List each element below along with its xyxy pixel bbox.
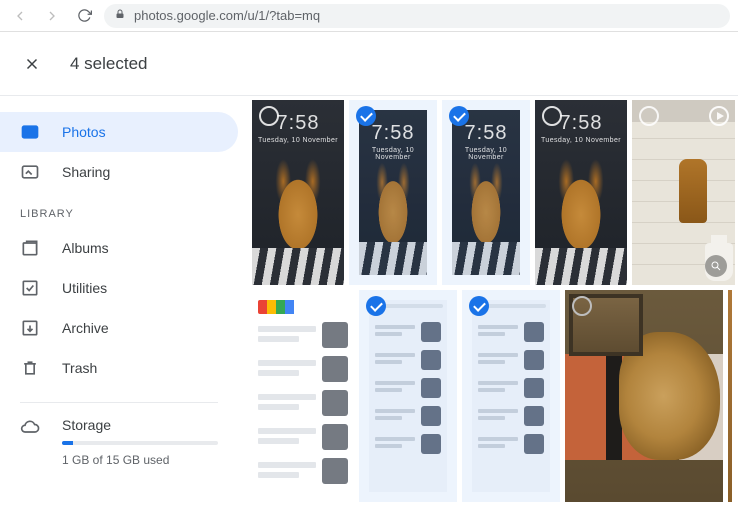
photo-thumb[interactable]: 7:58Tuesday, 10 November <box>442 100 530 285</box>
trash-icon <box>20 358 40 378</box>
address-bar[interactable]: photos.google.com/u/1/?tab=mq <box>104 4 730 28</box>
sidebar-item-albums[interactable]: Albums <box>0 228 238 268</box>
reload-button[interactable] <box>72 4 96 28</box>
sidebar-item-label: Photos <box>62 124 106 140</box>
selection-count: 4 selected <box>70 54 148 74</box>
photos-icon <box>20 122 40 142</box>
photo-thumb[interactable] <box>252 290 354 502</box>
forward-button[interactable] <box>40 4 64 28</box>
sidebar-item-photos[interactable]: Photos <box>0 112 238 152</box>
lock-icon <box>114 8 126 23</box>
select-circle-icon[interactable] <box>542 106 562 126</box>
photo-thumb[interactable]: 7:58Tuesday, 10 November <box>252 100 344 285</box>
photo-thumb[interactable] <box>359 290 457 502</box>
storage-used: 1 GB of 15 GB used <box>62 453 218 467</box>
utilities-icon <box>20 278 40 298</box>
sidebar: Photos Sharing LIBRARY Albums Utilities … <box>0 96 248 508</box>
archive-icon <box>20 318 40 338</box>
back-button[interactable] <box>8 4 32 28</box>
sidebar-item-trash[interactable]: Trash <box>0 348 238 388</box>
photo-thumb[interactable] <box>565 290 723 502</box>
photo-thumb[interactable] <box>728 290 732 502</box>
photo-thumb[interactable] <box>462 290 560 502</box>
video-thumb[interactable] <box>632 100 735 285</box>
sidebar-item-label: Albums <box>62 240 109 256</box>
albums-icon <box>20 238 40 258</box>
play-icon <box>709 106 729 126</box>
selection-header: 4 selected <box>0 32 738 96</box>
sidebar-item-label: Sharing <box>62 164 110 180</box>
select-circle-icon[interactable] <box>639 106 659 126</box>
select-circle-icon[interactable] <box>259 106 279 126</box>
photo-thumb[interactable]: 7:58Tuesday, 10 November <box>349 100 437 285</box>
close-selection-button[interactable] <box>20 52 44 76</box>
sidebar-item-label: Trash <box>62 360 97 376</box>
cloud-icon <box>20 417 40 440</box>
sidebar-item-label: Utilities <box>62 280 107 296</box>
sharing-icon <box>20 162 40 182</box>
selected-check-icon[interactable] <box>449 106 469 126</box>
storage-bar <box>62 441 218 445</box>
selected-check-icon[interactable] <box>356 106 376 126</box>
library-section-label: LIBRARY <box>0 192 238 228</box>
select-circle-icon[interactable] <box>572 296 592 316</box>
sidebar-item-utilities[interactable]: Utilities <box>0 268 238 308</box>
sidebar-item-sharing[interactable]: Sharing <box>0 152 238 192</box>
selected-check-icon[interactable] <box>366 296 386 316</box>
url-text: photos.google.com/u/1/?tab=mq <box>134 8 320 23</box>
storage-section[interactable]: Storage 1 GB of 15 GB used <box>0 403 238 467</box>
sidebar-item-label: Archive <box>62 320 109 336</box>
storage-label: Storage <box>62 417 218 433</box>
sidebar-item-archive[interactable]: Archive <box>0 308 238 348</box>
browser-toolbar: photos.google.com/u/1/?tab=mq <box>0 0 738 32</box>
photo-grid: 7:58Tuesday, 10 November 7:58Tuesday, 10… <box>248 96 738 508</box>
photo-thumb[interactable]: 7:58Tuesday, 10 November <box>535 100 627 285</box>
selected-check-icon[interactable] <box>469 296 489 316</box>
zoom-icon[interactable] <box>705 255 727 277</box>
